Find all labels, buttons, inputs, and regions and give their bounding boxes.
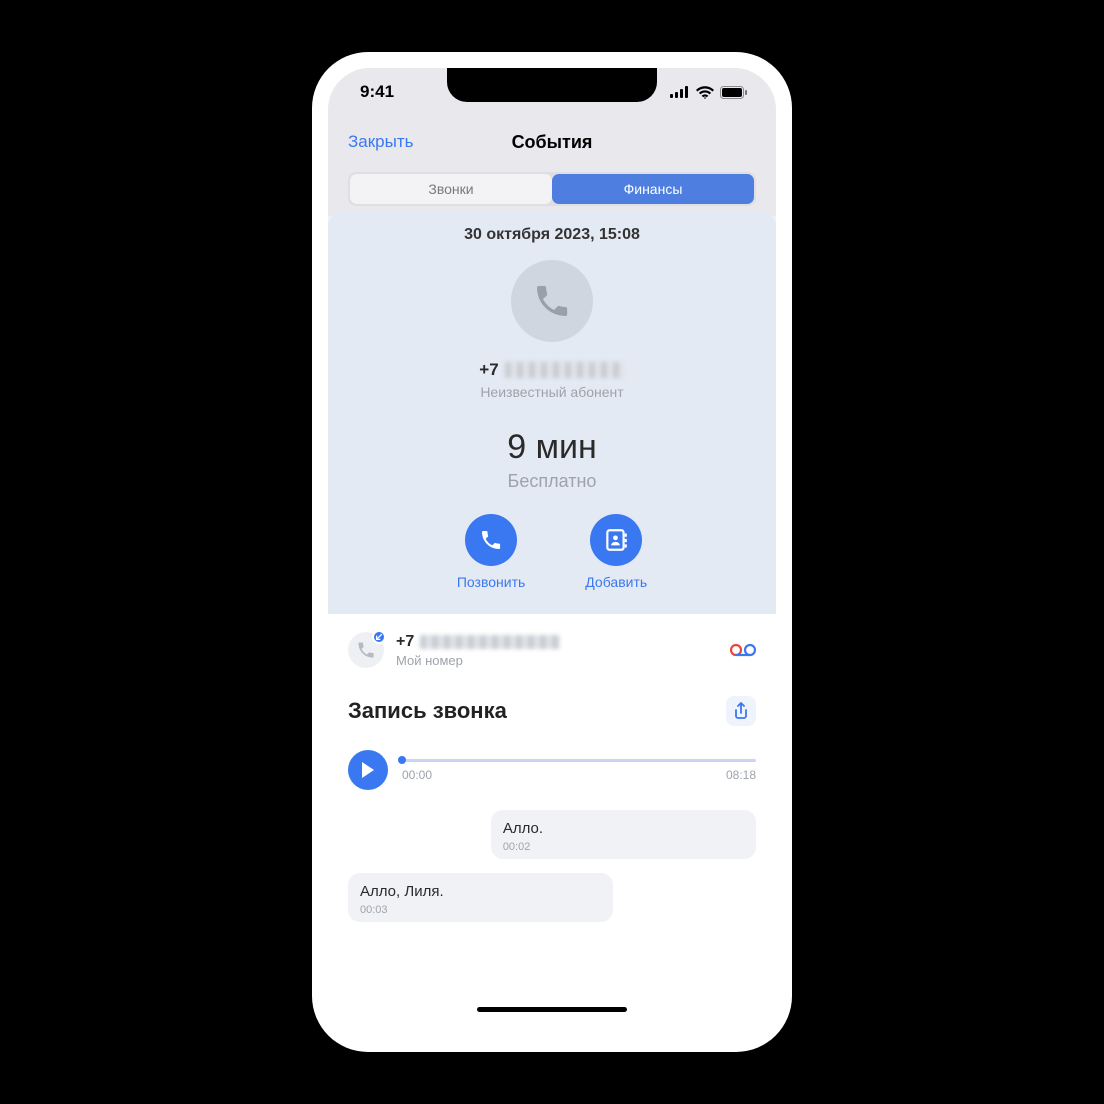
my-number-label: Мой номер <box>396 653 718 668</box>
home-indicator <box>477 1007 627 1012</box>
transcript-bubble: Алло. 00:02 <box>491 810 756 859</box>
caller-avatar <box>511 260 593 342</box>
bubble-time: 00:03 <box>360 904 601 916</box>
event-sheet: 30 октября 2023, 15:08 +7 Неизвестный аб… <box>328 212 776 1036</box>
incoming-arrow-icon <box>372 630 386 644</box>
event-datetime: 30 октября 2023, 15:08 <box>328 212 776 254</box>
call-button[interactable] <box>465 514 517 566</box>
add-action-label: Добавить <box>585 574 647 590</box>
phone-prefix: +7 <box>479 360 498 380</box>
cellular-signal-icon <box>670 86 690 98</box>
tab-finance[interactable]: Финансы <box>552 174 754 204</box>
transcript: Алло. 00:02 Алло, Лиля. 00:03 <box>348 810 756 922</box>
tab-calls[interactable]: Звонки <box>350 174 552 204</box>
voicemail-icon <box>730 642 756 658</box>
caller-number: +7 <box>479 360 624 380</box>
call-cost: Бесплатно <box>328 471 776 492</box>
redacted-my-number <box>420 635 560 649</box>
add-action[interactable]: Добавить <box>585 514 647 590</box>
transcript-bubble: Алло, Лиля. 00:03 <box>348 873 613 922</box>
phone-screen: 9:41 Закрыть События Звонки Финансы <box>328 68 776 1036</box>
page-title: События <box>512 132 593 153</box>
my-number-prefix: +7 <box>396 633 414 651</box>
status-time: 9:41 <box>360 82 394 102</box>
audio-player: 00:00 08:18 <box>348 750 756 790</box>
play-button[interactable] <box>348 750 388 790</box>
phone-icon <box>479 528 503 552</box>
my-number: +7 <box>396 633 560 651</box>
track-start-time: 00:00 <box>402 768 432 782</box>
share-icon <box>733 702 749 720</box>
caller-hero: +7 Неизвестный абонент 9 мин Бесплатно П… <box>328 254 776 614</box>
bubble-text: Алло. <box>503 820 744 837</box>
battery-icon <box>720 86 748 99</box>
wifi-icon <box>696 86 714 99</box>
track-end-time: 08:18 <box>726 768 756 782</box>
bubble-text: Алло, Лиля. <box>360 883 601 900</box>
caller-label: Неизвестный абонент <box>328 384 776 400</box>
notch <box>447 68 657 102</box>
status-icons <box>670 86 748 99</box>
close-button[interactable]: Закрыть <box>348 132 413 152</box>
call-duration: 9 мин <box>328 428 776 467</box>
call-action[interactable]: Позвонить <box>457 514 525 590</box>
incoming-call-icon <box>348 632 384 668</box>
my-number-row: +7 Мой номер <box>348 632 756 668</box>
event-body: +7 Мой номер Запись звонка <box>328 614 776 1036</box>
address-book-icon <box>603 527 629 553</box>
segmented-control: Звонки Финансы <box>348 172 756 206</box>
progress-track[interactable]: 00:00 08:18 <box>402 759 756 782</box>
share-button[interactable] <box>726 696 756 726</box>
add-contact-button[interactable] <box>590 514 642 566</box>
phone-frame: 9:41 Закрыть События Звонки Финансы <box>312 52 792 1052</box>
bubble-time: 00:02 <box>503 841 744 853</box>
call-action-label: Позвонить <box>457 574 525 590</box>
phone-icon <box>532 281 572 321</box>
play-icon <box>360 761 376 779</box>
redacted-number <box>505 362 625 378</box>
nav-bar: Закрыть События Звонки Финансы <box>328 116 776 216</box>
recording-title: Запись звонка <box>348 698 507 724</box>
